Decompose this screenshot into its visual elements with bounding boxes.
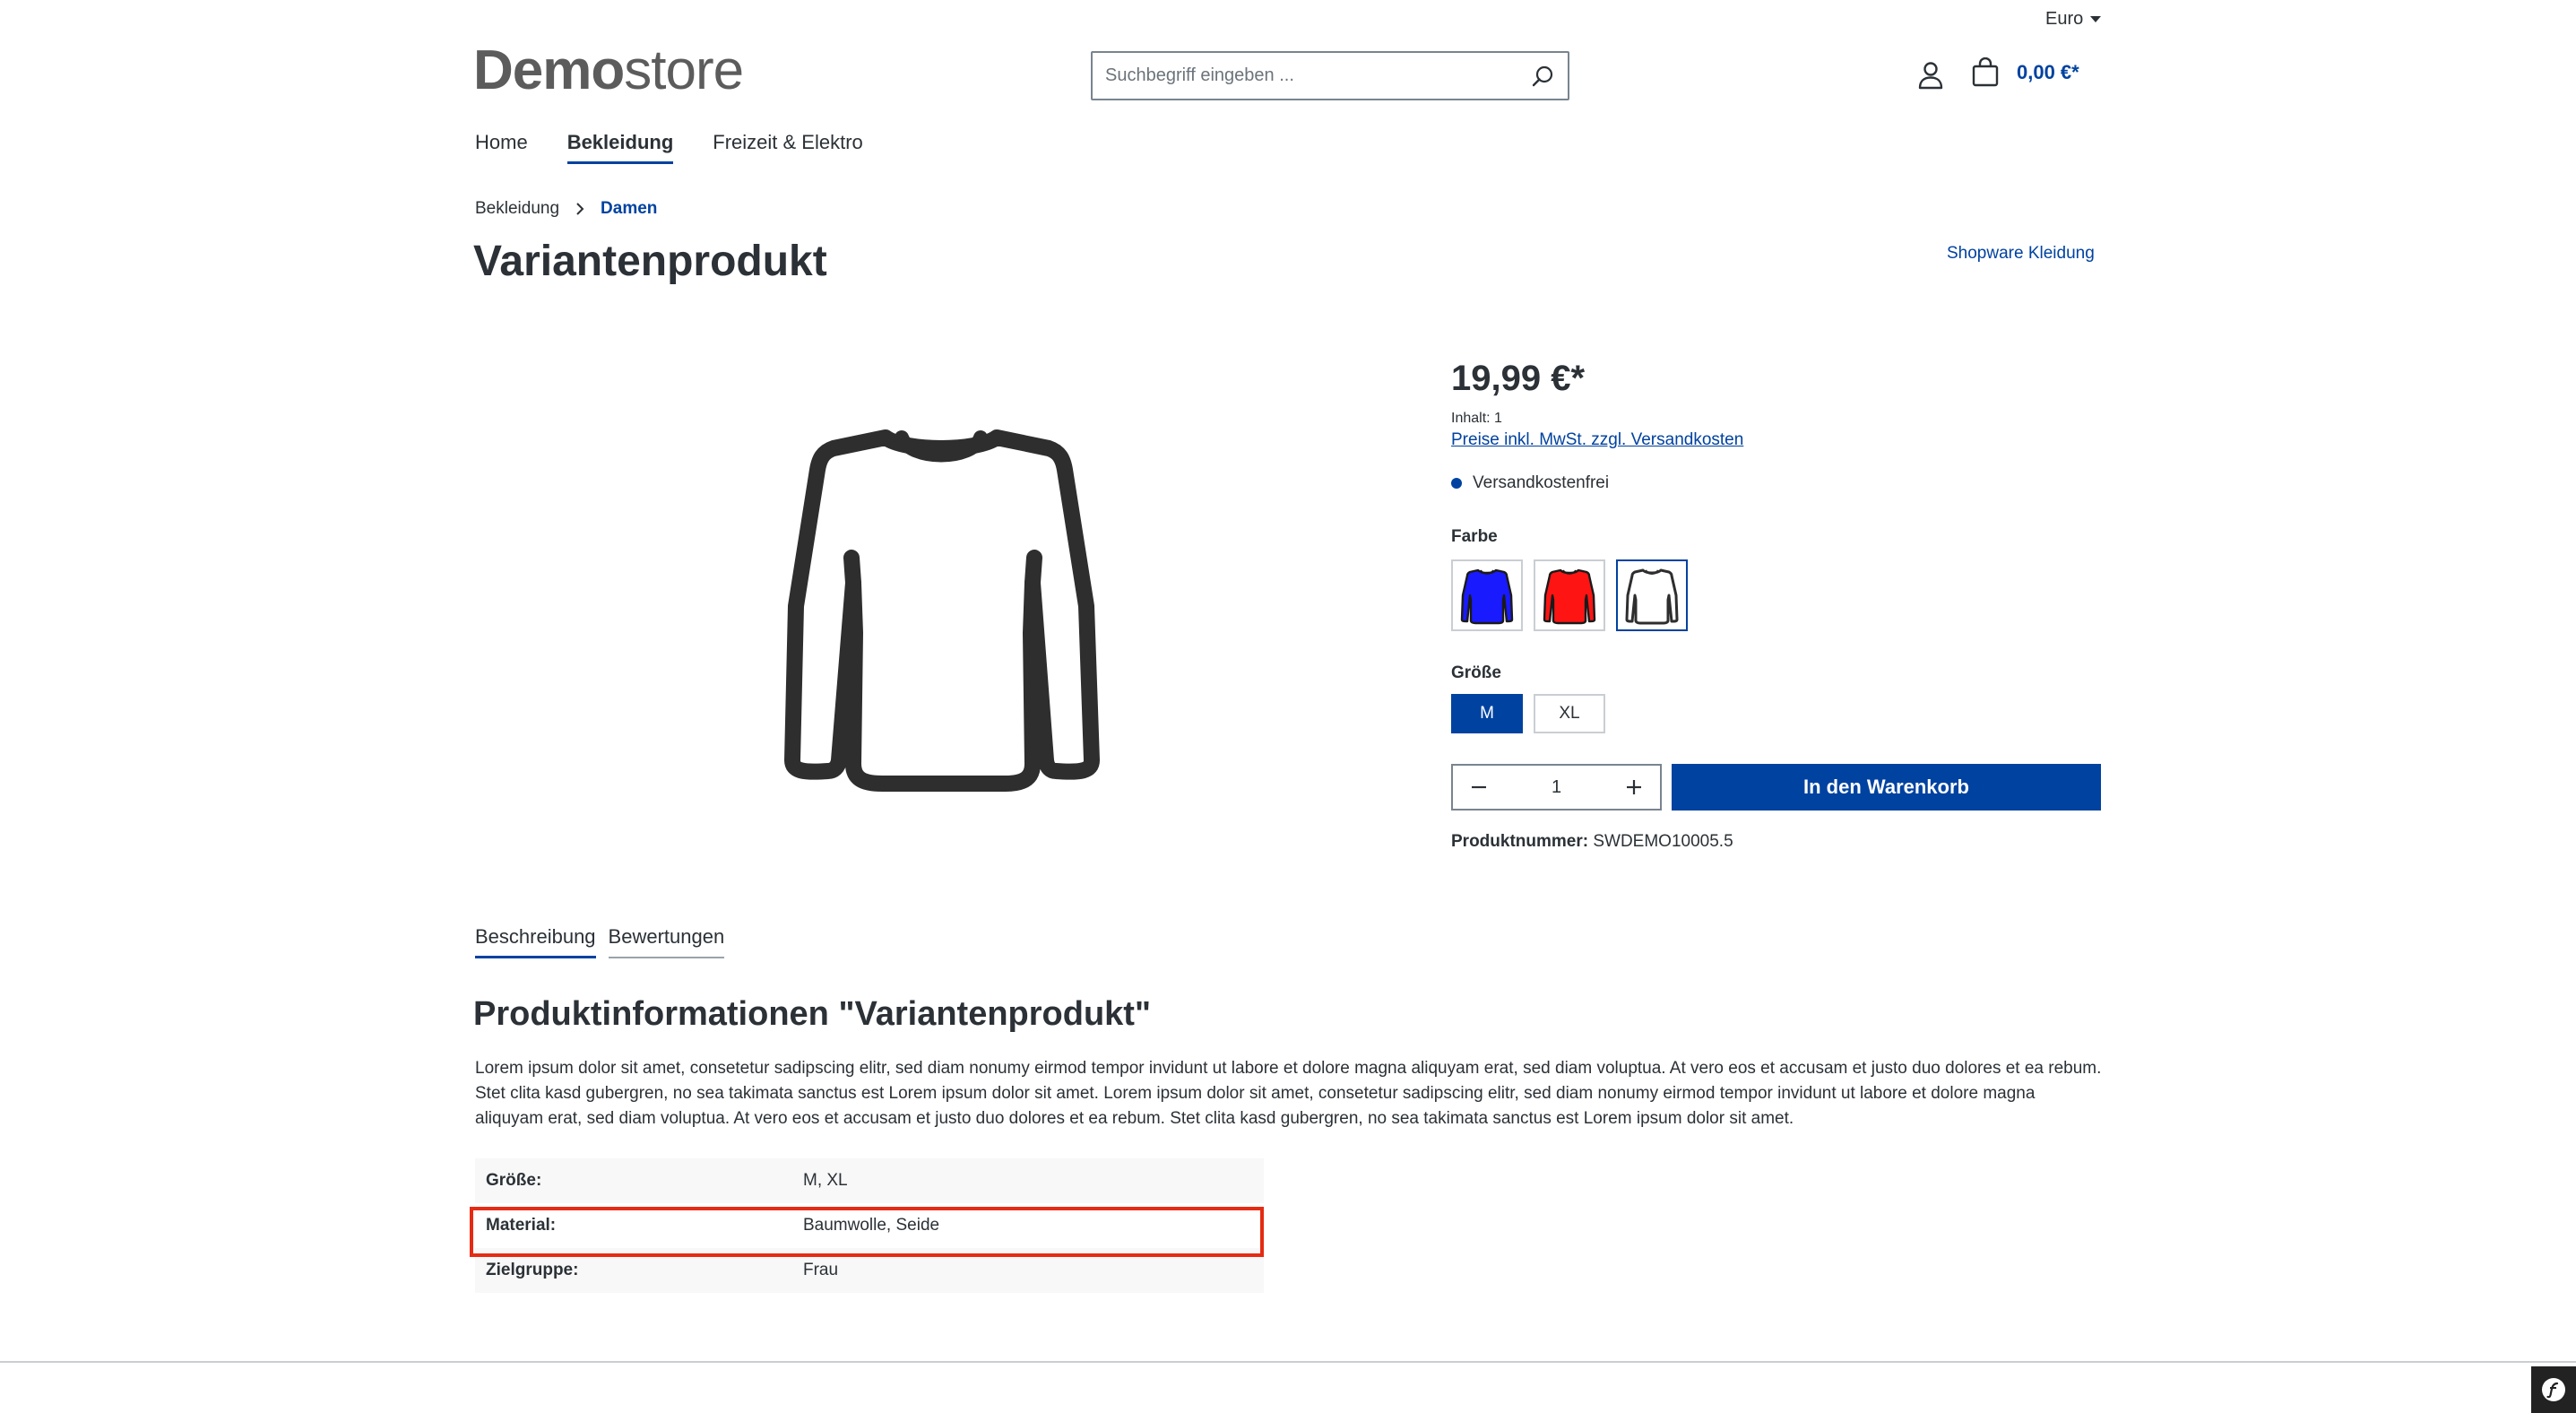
minus-icon	[1472, 785, 1486, 789]
currency-label: Euro	[2045, 9, 2084, 29]
sku-label: Produktnummer:	[1451, 832, 1589, 851]
search-input[interactable]	[1093, 53, 1517, 99]
product-page: Euro Demostore 0,00 €* Home Bekleidung F…	[0, 0, 2576, 1413]
manufacturer-link[interactable]: Shopware Kleidung	[1947, 244, 2095, 264]
status-dot-icon	[1451, 478, 1462, 489]
color-option-white[interactable]	[1616, 559, 1688, 631]
tax-shipping-link[interactable]: Preise inkl. MwSt. zzgl. Versandkosten	[1451, 430, 1743, 450]
currency-dropdown[interactable]: Euro	[2045, 9, 2102, 30]
chevron-down-icon	[2090, 16, 2102, 22]
shipping-status: Versandkostenfrei	[1451, 473, 1609, 493]
symfony-icon	[2542, 1378, 2565, 1401]
property-key: Zielgruppe:	[486, 1261, 579, 1279]
property-row: Größe: M, XL	[475, 1158, 1264, 1203]
decrease-quantity-button[interactable]	[1453, 766, 1505, 809]
tab-bewertungen[interactable]: Bewertungen	[608, 925, 725, 958]
tab-beschreibung[interactable]: Beschreibung	[475, 925, 596, 958]
symfony-toolbar-toggle[interactable]	[2531, 1366, 2576, 1413]
account-button[interactable]	[1915, 59, 1947, 91]
plus-icon	[1627, 780, 1641, 794]
shirt-white-icon	[1625, 568, 1679, 625]
breadcrumb: Bekleidung Damen	[475, 199, 657, 219]
user-icon	[1918, 62, 1943, 90]
quantity-input[interactable]	[1505, 776, 1608, 798]
bag-icon	[1972, 57, 1999, 87]
nav-item-bekleidung[interactable]: Bekleidung	[566, 131, 674, 164]
color-option-red[interactable]	[1534, 559, 1605, 631]
longsleeve-shirt-icon	[784, 429, 1100, 792]
highlight-box	[470, 1207, 1264, 1257]
search-button[interactable]	[1517, 53, 1568, 99]
product-info-heading: Produktinformationen "Variantenprodukt"	[473, 995, 1151, 1033]
chevron-right-icon	[576, 203, 584, 215]
shirt-red-icon	[1543, 568, 1596, 625]
product-tabs: Beschreibung Bewertungen	[475, 925, 725, 958]
content-info: Inhalt: 1	[1451, 411, 1502, 426]
product-number: Produktnummer: SWDEMO10005.5	[1451, 832, 1733, 852]
color-options	[1451, 559, 1688, 631]
page-title: Variantenprodukt	[473, 238, 827, 285]
product-description: Lorem ipsum dolor sit amet, consetetur s…	[475, 1059, 2102, 1128]
size-option-m[interactable]: M	[1451, 694, 1523, 733]
sku-value: SWDEMO10005.5	[1593, 832, 1733, 851]
breadcrumb-parent[interactable]: Bekleidung	[475, 199, 559, 219]
property-key: Größe:	[486, 1171, 542, 1190]
color-option-blue[interactable]	[1451, 559, 1523, 631]
increase-quantity-button[interactable]	[1608, 766, 1660, 809]
search-icon	[1532, 65, 1553, 86]
store-logo[interactable]: Demostore	[473, 39, 744, 101]
main-navigation: Home Bekleidung Freizeit & Elektro	[475, 131, 863, 164]
nav-item-freizeit-elektro[interactable]: Freizeit & Elektro	[713, 131, 863, 164]
cart-button[interactable]: 0,00 €*	[1970, 57, 2079, 88]
property-value: M, XL	[803, 1171, 848, 1190]
search-bar	[1091, 51, 1569, 100]
footer-divider	[0, 1361, 2576, 1363]
color-label: Farbe	[1451, 527, 1498, 546]
quantity-stepper	[1451, 764, 1662, 811]
size-option-xl[interactable]: XL	[1534, 694, 1605, 733]
breadcrumb-current[interactable]: Damen	[601, 199, 657, 219]
product-image[interactable]	[753, 421, 1129, 807]
property-value: Frau	[803, 1261, 839, 1279]
logo-bold-text: Demo	[473, 39, 625, 101]
shipping-text: Versandkostenfrei	[1473, 473, 1610, 492]
size-options: M XL	[1451, 694, 1605, 733]
shirt-blue-icon	[1460, 568, 1514, 625]
nav-item-home[interactable]: Home	[475, 131, 528, 164]
cart-total: 0,00 €*	[2017, 61, 2079, 83]
logo-light-text: store	[624, 39, 744, 101]
product-price: 19,99 €*	[1451, 359, 1586, 398]
size-label: Größe	[1451, 663, 1501, 682]
add-to-cart-button[interactable]: In den Warenkorb	[1672, 764, 2101, 811]
